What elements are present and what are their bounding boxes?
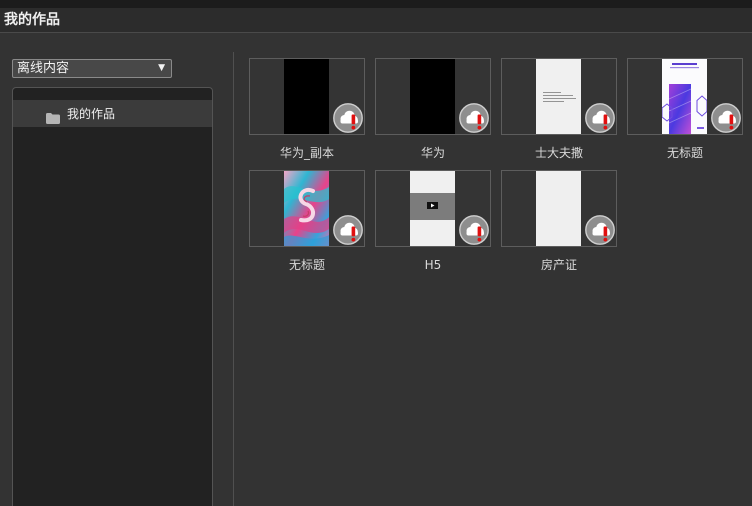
work-item[interactable]: H5 [375,170,491,282]
work-preview [536,59,581,134]
work-preview [662,59,707,134]
cloud-alert-icon[interactable] [585,215,615,245]
work-thumbnail[interactable] [249,170,365,247]
work-title: 华为 [420,146,445,160]
work-preview [284,59,329,134]
work-thumbnail[interactable] [627,58,743,135]
folder-icon [46,109,60,124]
work-item[interactable]: 房产证 [501,170,617,282]
cloud-alert-icon[interactable] [585,103,615,133]
work-item[interactable]: 华为 [375,58,491,170]
work-preview [410,171,455,246]
work-thumbnail[interactable] [375,170,491,247]
work-item[interactable]: 华为_副本 [249,58,365,170]
works-grid: 华为_副本 华为 士大夫撒 无标题 无标题 H5 房产证 [249,58,743,282]
work-item[interactable]: 无标题 [249,170,365,282]
work-preview [284,171,329,246]
work-title: 华为_副本 [279,146,334,160]
cloud-alert-icon[interactable] [459,103,489,133]
work-thumbnail[interactable] [501,58,617,135]
window-top-bar [0,0,752,8]
work-preview [410,59,455,134]
tree-item-label: 我的作品 [67,107,116,121]
cloud-alert-icon[interactable] [333,215,363,245]
page-title: 我的作品 [4,12,60,28]
work-title: H5 [424,258,442,272]
source-dropdown[interactable]: 离线内容 ▼ [12,59,172,78]
page-header: 我的作品 [0,8,752,33]
work-title: 房产证 [540,258,577,272]
cloud-alert-icon[interactable] [711,103,741,133]
cloud-alert-icon[interactable] [459,215,489,245]
folder-tree-panel: 我的作品 [12,87,213,506]
tree-item-my-works[interactable]: 我的作品 [13,100,212,127]
work-thumbnail[interactable] [249,58,365,135]
work-title: 士大夫撒 [534,146,583,160]
work-thumbnail[interactable] [375,58,491,135]
work-item[interactable]: 无标题 [627,58,743,170]
caret-down-icon: ▼ [158,63,165,73]
panel-divider [233,52,234,506]
work-item[interactable]: 士大夫撒 [501,58,617,170]
work-thumbnail[interactable] [501,170,617,247]
cloud-alert-icon[interactable] [333,103,363,133]
work-preview [536,171,581,246]
dropdown-selected-value: 离线内容 [17,61,70,76]
work-title: 无标题 [666,146,703,160]
work-title: 无标题 [288,258,325,272]
